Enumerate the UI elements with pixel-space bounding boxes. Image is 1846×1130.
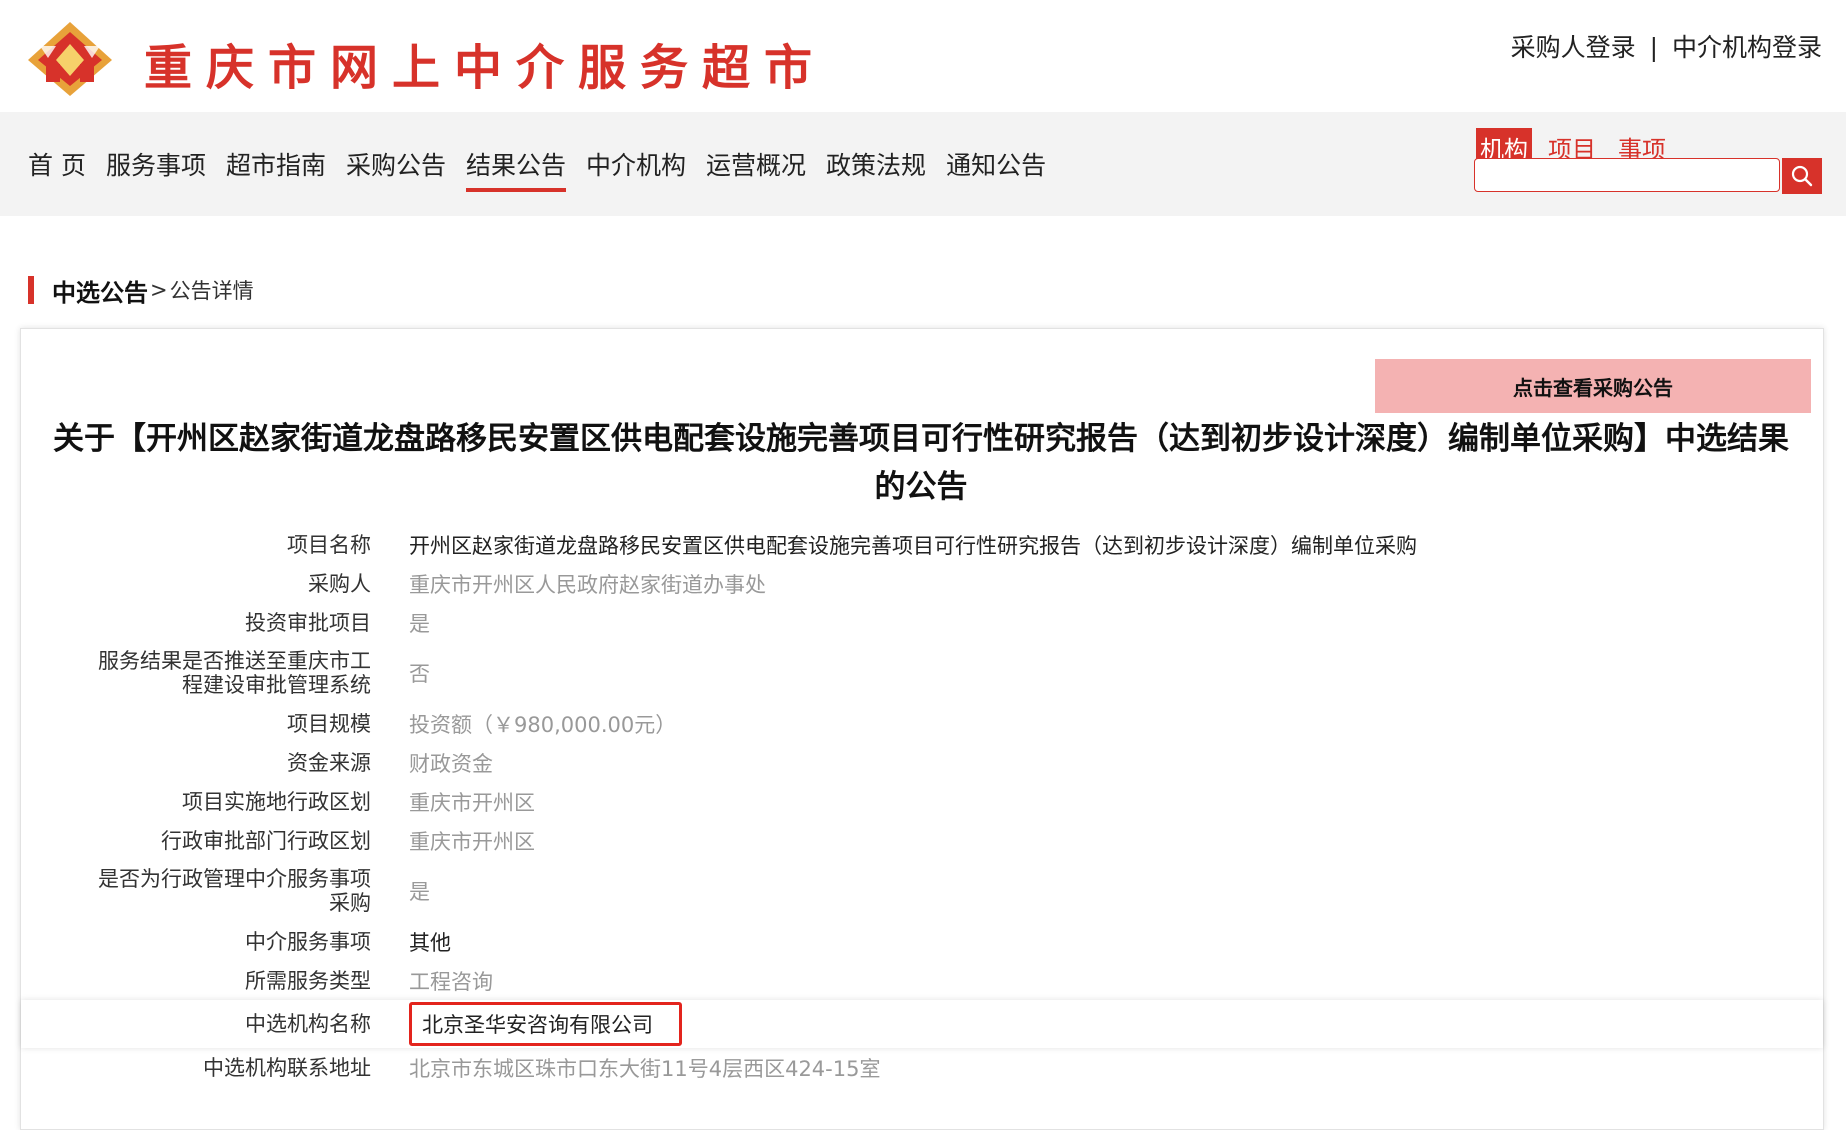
field-fund-source: 资金来源 财政资金: [21, 743, 1823, 782]
field-value: 北京市东城区珠市口东大街11号4层西区424-15室: [409, 1056, 881, 1081]
agency-login-link[interactable]: 中介机构登录: [1672, 33, 1822, 62]
field-buyer: 采购人 重庆市开州区人民政府赵家街道办事处: [21, 564, 1823, 603]
nav-home[interactable]: 首 页: [28, 146, 86, 192]
site-logo[interactable]: [26, 20, 114, 98]
field-admin-service: 是否为行政管理中介服务事项采购 是: [21, 860, 1823, 922]
field-label: 资金来源: [287, 750, 371, 775]
field-value: 重庆市开州区: [409, 790, 535, 815]
field-label: 行政审批部门行政区划: [161, 828, 371, 853]
field-value: 开州区赵家街道龙盘路移民安置区供电配套设施完善项目可行性研究报告（达到初步设计深…: [409, 533, 1417, 558]
nav-services[interactable]: 服务事项: [106, 146, 206, 192]
field-value: 其他: [409, 930, 451, 955]
breadcrumb-current: 公告详情: [169, 279, 254, 303]
main-nav: 首 页 服务事项 超市指南 采购公告 结果公告 中介机构 运营概况 政策法规 通…: [28, 146, 1066, 192]
field-label: 服务结果是否推送至重庆市工程建设审批管理系统: [98, 649, 371, 697]
search-icon: [1791, 165, 1813, 187]
breadcrumb: 中选公告 > 公告详情: [28, 273, 254, 308]
nav-guide[interactable]: 超市指南: [226, 146, 326, 192]
nav-announcements[interactable]: 通知公告: [946, 146, 1046, 192]
field-label: 采购人: [308, 571, 371, 596]
nav-result-notice[interactable]: 结果公告: [466, 146, 567, 192]
nav-policies[interactable]: 政策法规: [826, 146, 926, 192]
winning-agency-value: 北京圣华安咨询有限公司: [409, 1002, 682, 1046]
field-value: 重庆市开州区人民政府赵家街道办事处: [409, 572, 766, 597]
search-button[interactable]: [1782, 158, 1822, 194]
nav-procurement-notice[interactable]: 采购公告: [346, 146, 446, 192]
field-project-scale: 项目规模 投资额（￥980,000.00元）: [21, 704, 1823, 743]
login-separator: |: [1649, 33, 1659, 62]
search-input[interactable]: [1474, 158, 1780, 192]
notice-title: 关于【开州区赵家街道龙盘路移民安置区供电配套设施完善项目可行性研究报告（达到初步…: [53, 421, 1789, 505]
notice-details: 项目名称 开州区赵家街道龙盘路移民安置区供电配套设施完善项目可行性研究报告（达到…: [21, 525, 1823, 1087]
notice-card: 点击查看采购公告 关于【开州区赵家街道龙盘路移民安置区供电配套设施完善项目可行性…: [20, 328, 1824, 1130]
field-approval-region: 行政审批部门行政区划 重庆市开州区: [21, 821, 1823, 860]
field-implementation-region: 项目实施地行政区划 重庆市开州区: [21, 782, 1823, 821]
buyer-login-link[interactable]: 采购人登录: [1511, 33, 1636, 62]
field-value: 财政资金: [409, 751, 493, 776]
field-label: 投资审批项目: [245, 610, 371, 635]
field-investment-approval: 投资审批项目 是: [21, 603, 1823, 642]
login-links: 采购人登录 | 中介机构登录: [1511, 28, 1822, 64]
field-label: 中选机构名称: [245, 1012, 371, 1036]
breadcrumb-section[interactable]: 中选公告: [52, 273, 148, 308]
field-push-to-system: 服务结果是否推送至重庆市工程建设审批管理系统 否: [21, 642, 1823, 704]
field-label: 项目名称: [287, 532, 371, 557]
field-winning-agency: 中选机构名称 北京圣华安咨询有限公司: [21, 1000, 1823, 1048]
field-value: 重庆市开州区: [409, 829, 535, 854]
field-value: 否: [409, 662, 430, 686]
field-label: 所需服务类型: [245, 968, 371, 993]
field-project-name: 项目名称 开州区赵家街道龙盘路移民安置区供电配套设施完善项目可行性研究报告（达到…: [21, 525, 1823, 564]
nav-operations[interactable]: 运营概况: [706, 146, 806, 192]
field-label: 中介服务事项: [245, 929, 371, 954]
field-label: 项目规模: [287, 711, 371, 736]
field-value: 是: [409, 611, 430, 636]
field-label: 是否为行政管理中介服务事项采购: [98, 867, 371, 915]
field-service-type: 所需服务类型 工程咨询: [21, 961, 1823, 1000]
view-procurement-notice-button[interactable]: 点击查看采购公告: [1375, 359, 1811, 413]
field-value: 投资额（￥980,000.00元）: [409, 712, 677, 737]
field-value: 工程咨询: [409, 969, 493, 994]
field-label: 项目实施地行政区划: [182, 789, 371, 814]
nav-agencies[interactable]: 中介机构: [586, 146, 686, 192]
site-title: 重庆市网上中介服务超市: [144, 40, 827, 96]
site-header: 重庆市网上中介服务超市 采购人登录 | 中介机构登录: [0, 0, 1846, 112]
breadcrumb-marker: [28, 276, 34, 304]
breadcrumb-separator: >: [150, 278, 168, 302]
field-value: 是: [409, 880, 430, 904]
field-service-matter: 中介服务事项 其他: [21, 922, 1823, 961]
field-winning-agency-address: 中选机构联系地址 北京市东城区珠市口东大街11号4层西区424-15室: [21, 1048, 1823, 1087]
field-label: 中选机构联系地址: [203, 1055, 371, 1080]
